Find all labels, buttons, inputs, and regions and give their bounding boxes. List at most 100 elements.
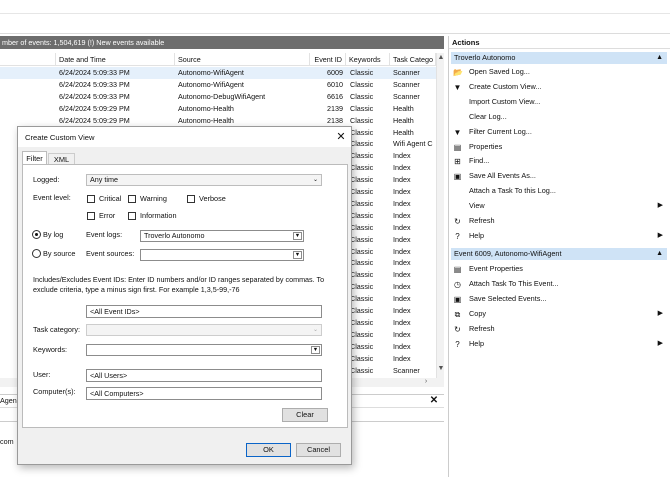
cell-date: 6/24/2024 5:09:33 PM <box>59 68 130 77</box>
collapse-icon[interactable]: ▲ <box>656 248 663 260</box>
column-header-event-id[interactable]: Event ID <box>310 53 346 66</box>
logged-label: Logged: <box>33 175 60 184</box>
cell-task-category: Index <box>393 175 411 185</box>
cell-task-category: Index <box>393 282 411 292</box>
column-header-level[interactable] <box>0 53 56 66</box>
cell-keywords: Classic <box>350 294 374 304</box>
cell-task-category: Index <box>393 329 411 339</box>
cell-task-category: Index <box>393 222 411 232</box>
column-header-date[interactable]: Date and Time <box>56 53 175 66</box>
action-event-properties[interactable]: ▤ Event Properties <box>451 262 667 277</box>
action-label: View <box>469 201 485 211</box>
column-header-keywords[interactable]: Keywords <box>346 53 390 66</box>
cell-task-category: Scanner <box>393 365 420 375</box>
action-label: Filter Current Log... <box>469 126 532 136</box>
action-save-all-events-as[interactable]: ▣ Save All Events As... <box>451 169 667 184</box>
save-icon: ▣ <box>453 172 462 182</box>
action-import-custom-view[interactable]: Import Custom View... <box>451 95 667 110</box>
close-icon[interactable]: ✕ <box>428 395 440 407</box>
critical-checkbox[interactable] <box>87 195 95 203</box>
cell-task-category: Scanner <box>393 79 420 89</box>
logged-select[interactable]: Any time ⌄ <box>86 174 322 186</box>
action-copy[interactable]: ⧉ Copy ▶ <box>451 307 667 322</box>
task-category-select[interactable]: ⌄ <box>86 324 322 336</box>
clear-button[interactable]: Clear <box>282 408 328 422</box>
action-attach-task-to-this-event[interactable]: ◷ Attach Task To This Event... <box>451 277 667 292</box>
action-attach-a-task-to-this-log[interactable]: Attach a Task To this Log... <box>451 184 667 199</box>
tab-filter[interactable]: Filter <box>22 151 47 165</box>
error-checkbox[interactable] <box>87 212 95 220</box>
action-help[interactable]: ? Help ▶ <box>451 229 667 244</box>
folder-icon: 📂 <box>453 68 463 77</box>
action-open-saved-log[interactable]: 📂 Open Saved Log... <box>451 65 667 80</box>
table-row[interactable]: 6/24/2024 5:09:33 PM Autonomo-WifiAgent 60… <box>0 79 436 91</box>
scroll-right-icon[interactable]: › <box>422 378 430 385</box>
action-create-custom-view[interactable]: ▼ Create Custom View... <box>451 80 667 95</box>
verbose-checkbox[interactable] <box>187 195 195 203</box>
user-input[interactable]: <All Users> <box>86 369 322 382</box>
column-header-source[interactable]: Source <box>175 53 310 66</box>
task-icon: ◷ <box>454 279 461 289</box>
actions-section-event[interactable]: Event 6009, Autonomo-WifiAgent ▲ <box>451 248 667 260</box>
event-logs-select[interactable]: Troverlo Autonomo ▼ <box>140 230 304 242</box>
cell-task-category: Scanner <box>393 68 420 77</box>
actions-section-log[interactable]: Troverlo Autonomo ▲ <box>451 52 667 64</box>
action-help[interactable]: ? Help ▶ <box>451 337 667 352</box>
action-view[interactable]: View ▶ <box>451 199 667 214</box>
cell-task-category: Index <box>393 246 411 256</box>
scroll-up-icon[interactable]: ▲ <box>437 54 445 61</box>
action-clear-log[interactable]: Clear Log... <box>451 110 667 125</box>
column-header-task-category[interactable]: Task Catego <box>390 53 436 66</box>
cell-task-category: Index <box>393 341 411 351</box>
action-label: Help <box>469 338 485 348</box>
computers-input[interactable]: <All Computers> <box>86 387 322 400</box>
cell-keywords: Classic <box>350 376 390 377</box>
warning-checkbox[interactable] <box>128 195 136 203</box>
cell-keywords: Classic <box>350 246 374 256</box>
keywords-select[interactable]: ▼ <box>86 344 322 356</box>
cell-keywords: Classic <box>350 175 374 185</box>
by-source-label: By source <box>43 249 76 258</box>
cancel-button[interactable]: Cancel <box>296 443 341 457</box>
toolbar <box>0 14 670 34</box>
action-label: Open Saved Log... <box>469 67 530 76</box>
action-label: Save All Events As... <box>469 171 536 181</box>
event-details-tab[interactable]: Agen <box>0 396 17 406</box>
save-icon: ▣ <box>453 294 462 304</box>
submenu-arrow-icon: ▶ <box>657 202 663 210</box>
close-icon[interactable]: ✕ <box>334 130 348 144</box>
events-count-header: mber of events: 1,504,619 (!) New events… <box>0 36 444 49</box>
collapse-icon[interactable]: ▲ <box>656 52 663 64</box>
table-row[interactable]: 6/24/2024 5:09:33 PM Autonomo-WifiAgent 60… <box>0 67 436 79</box>
scroll-down-icon[interactable]: ▼ <box>437 365 445 372</box>
event-ids-input[interactable]: <All Event IDs> <box>86 305 322 318</box>
cell-task-category: Index <box>393 306 411 315</box>
chevron-down-icon: ▼ <box>311 346 320 354</box>
cell-keywords: Classic <box>350 317 374 327</box>
action-filter-current-log[interactable]: ▼ Filter Current Log... <box>451 125 667 140</box>
error-label: Error <box>99 211 116 220</box>
cell-keywords: Classic <box>350 234 374 244</box>
action-label: Clear Log... <box>469 111 507 121</box>
table-row[interactable]: 6/24/2024 5:09:29 PM Autonomo-Health 2139 C… <box>0 103 436 115</box>
action-find[interactable]: ⊞ Find... <box>451 154 667 169</box>
by-source-radio[interactable] <box>32 249 41 258</box>
cell-keywords: Classic <box>350 151 374 161</box>
information-checkbox[interactable] <box>128 212 136 220</box>
table-row[interactable]: 6/24/2024 5:09:33 PM Autonomo-DebugWifiAg… <box>0 91 436 103</box>
cell-keywords: Classic <box>350 222 374 232</box>
by-log-radio[interactable] <box>32 230 41 239</box>
action-properties[interactable]: ▤ Properties <box>451 140 667 155</box>
events-vertical-scrollbar[interactable]: ▲ ▼ <box>436 53 444 387</box>
table-row[interactable]: 6/24/2024 5:09:29 PM Autonomo-Health 2138 C… <box>0 115 436 127</box>
refresh-icon: ↻ <box>454 324 461 334</box>
event-sources-select[interactable]: ▼ <box>140 249 304 261</box>
action-save-selected-events[interactable]: ▣ Save Selected Events... <box>451 292 667 307</box>
ok-button[interactable]: OK <box>246 443 291 457</box>
action-label: Find... <box>469 156 490 166</box>
event-logs-label: Event logs: <box>86 230 123 239</box>
keywords-label: Keywords: <box>33 345 68 354</box>
action-refresh[interactable]: ↻ Refresh <box>451 214 667 229</box>
cell-task-category: Index <box>393 294 411 304</box>
action-refresh[interactable]: ↻ Refresh <box>451 322 667 337</box>
